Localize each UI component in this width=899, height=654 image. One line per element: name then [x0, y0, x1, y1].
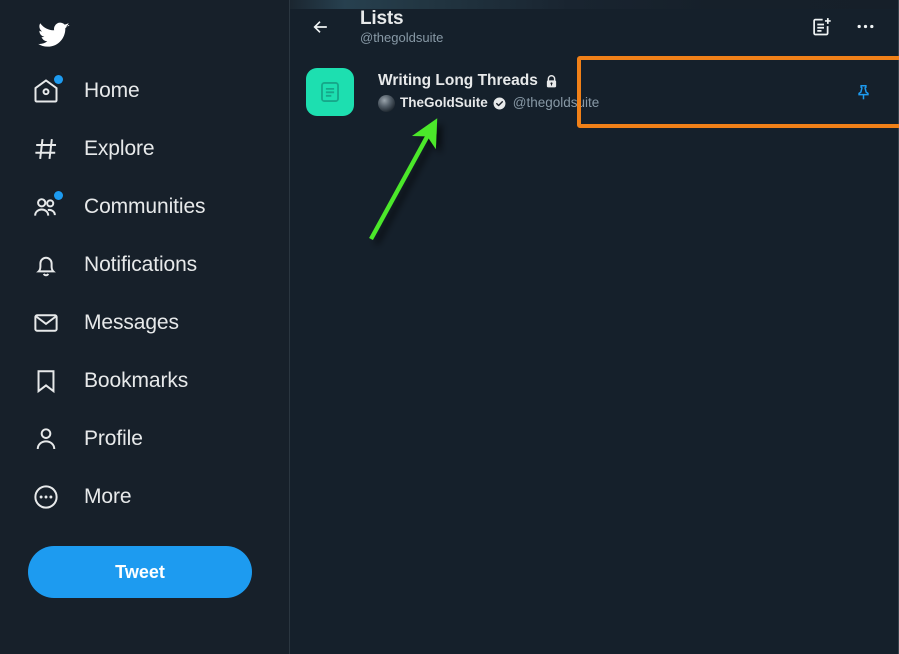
twitter-bird-logo[interactable] [30, 11, 78, 59]
home-badge-dot [54, 74, 63, 84]
create-list-icon[interactable] [804, 10, 838, 44]
header-titles: Lists @thegoldsuite [360, 8, 443, 46]
home-icon [30, 74, 63, 107]
header-actions [804, 10, 882, 44]
sidebar-item-bookmarks[interactable]: Bookmarks [0, 352, 290, 410]
sidebar-item-notifications[interactable]: Notifications [0, 236, 290, 294]
sidebar-item-label: Explore [84, 137, 155, 160]
bell-icon [30, 250, 61, 281]
more-ellipsis-icon[interactable] [848, 10, 882, 44]
sidebar-nav: Home Explore Communities Notifications M… [0, 62, 290, 526]
list-name: Writing Long Threads [378, 72, 538, 90]
list-document-icon [306, 68, 354, 116]
back-arrow-icon[interactable] [304, 10, 338, 44]
sidebar-item-label: Communities [84, 195, 206, 218]
tweet-button[interactable]: Tweet [28, 546, 252, 598]
owner-name: TheGoldSuite [400, 95, 488, 111]
pin-icon[interactable] [846, 75, 880, 109]
page-header: Lists @thegoldsuite [290, 0, 898, 53]
envelope-icon [30, 308, 61, 339]
list-owner-line: TheGoldSuite @thegoldsuite [378, 94, 600, 112]
sidebar-item-more[interactable]: More [0, 468, 290, 526]
sidebar-item-label: Messages [84, 311, 179, 334]
sidebar: Home Explore Communities Notifications M… [0, 0, 290, 654]
sidebar-item-label: Notifications [84, 253, 198, 276]
sidebar-item-messages[interactable]: Messages [0, 294, 290, 352]
sidebar-item-communities[interactable]: Communities [0, 178, 290, 236]
list-info: Writing Long Threads TheGoldSuite @thego… [378, 72, 600, 112]
list-name-line: Writing Long Threads [378, 72, 599, 90]
person-icon [30, 424, 61, 455]
communities-icon [30, 190, 63, 223]
sidebar-item-label: More [84, 485, 132, 508]
more-circle-icon [30, 482, 61, 513]
lock-icon [544, 74, 559, 89]
sidebar-item-explore[interactable]: Explore [0, 120, 290, 178]
bookmark-icon [30, 366, 61, 397]
owner-handle: @thegoldsuite [512, 95, 600, 111]
main-column: Lists @thegoldsuite Writing Long Threads [290, 0, 899, 654]
sidebar-item-label: Home [84, 79, 140, 102]
sidebar-item-label: Profile [84, 427, 143, 450]
page-title: Lists [360, 7, 404, 29]
avatar [378, 94, 395, 112]
sidebar-item-label: Bookmarks [84, 369, 189, 392]
verified-badge-icon [493, 97, 506, 110]
sidebar-item-home[interactable]: Home [0, 62, 290, 120]
sidebar-item-profile[interactable]: Profile [0, 410, 290, 468]
list-item[interactable]: Writing Long Threads TheGoldSuite @thego… [290, 57, 898, 127]
communities-badge-dot [54, 190, 63, 200]
hashtag-icon [30, 134, 61, 165]
page-subtitle: @thegoldsuite [360, 29, 444, 45]
